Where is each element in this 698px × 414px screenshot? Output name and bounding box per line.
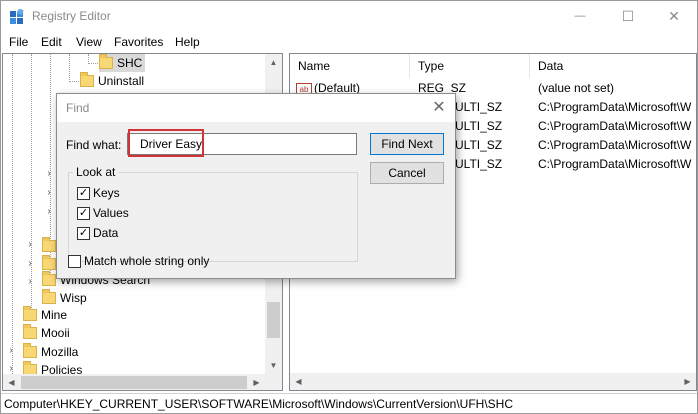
column-header-type[interactable]: Type xyxy=(410,54,530,78)
expand-chevron-icon[interactable]: › xyxy=(25,258,35,270)
value-type: ULTI_SZ xyxy=(455,119,503,133)
expand-chevron-icon[interactable]: › xyxy=(44,187,54,199)
find-dialog-title-bar[interactable]: Find ✕ xyxy=(57,94,455,122)
tree-item-label: Uninstall xyxy=(98,74,145,88)
tree-item-shc[interactable]: SHC xyxy=(99,54,146,72)
find-dialog-body: Find what: Driver Easy Find Next Cancel … xyxy=(57,122,455,278)
window-title: Registry Editor xyxy=(32,9,111,23)
tree-item-mine[interactable]: Mine xyxy=(23,306,67,324)
folder-icon xyxy=(23,306,37,321)
minimize-button[interactable]: — xyxy=(557,1,603,31)
tree-item-label: Mozilla xyxy=(41,345,79,359)
value-data: C:\ProgramData\Microsoft\W xyxy=(538,119,692,133)
title-bar: Registry Editor — ☐ ✕ xyxy=(1,1,697,32)
value-data: C:\ProgramData\Microsoft\W xyxy=(538,100,692,114)
menu-file[interactable]: File xyxy=(9,35,28,49)
folder-icon xyxy=(42,271,56,286)
column-header-name[interactable]: Name xyxy=(290,54,410,78)
registry-editor-window: Registry Editor — ☐ ✕ File Edit View Fav… xyxy=(0,0,698,414)
menu-edit[interactable]: Edit xyxy=(41,35,62,49)
tree-line xyxy=(31,54,32,314)
expand-chevron-icon[interactable]: › xyxy=(25,239,35,251)
tree-item-mozilla[interactable]: Mozilla xyxy=(23,343,78,361)
tree-item-label: SHC xyxy=(117,56,143,70)
folder-icon xyxy=(99,54,113,69)
close-button[interactable]: ✕ xyxy=(651,1,697,31)
values-checkbox[interactable]: ✓ Values xyxy=(77,205,129,221)
checkbox-checked-icon: ✓ xyxy=(77,186,90,200)
value-data: (value not set) xyxy=(538,81,615,95)
tree-line xyxy=(12,54,13,390)
look-at-group: Look at ✓ Keys ✓ Values ✓ Data xyxy=(68,165,358,262)
expand-chevron-icon[interactable]: › xyxy=(6,345,16,357)
tree-item-label: Mine xyxy=(41,308,68,322)
scrollbar-thumb[interactable] xyxy=(267,302,280,338)
menu-favorites[interactable]: Favorites xyxy=(114,35,163,49)
value-type: ULTI_SZ xyxy=(455,157,503,171)
find-next-button[interactable]: Find Next xyxy=(370,133,444,155)
folder-icon xyxy=(23,324,37,339)
tree-horizontal-scrollbar[interactable]: ◀ ▶ xyxy=(3,374,282,390)
cancel-button[interactable]: Cancel xyxy=(370,162,444,184)
match-whole-string-checkbox[interactable]: Match whole string only xyxy=(68,253,209,269)
data-label: Data xyxy=(93,226,119,240)
find-dialog-close-button[interactable]: ✕ xyxy=(429,98,449,118)
scroll-right-arrow-icon[interactable]: ▶ xyxy=(679,373,696,390)
menu-view[interactable]: View xyxy=(76,35,102,49)
scroll-left-arrow-icon[interactable]: ◀ xyxy=(3,374,20,390)
value-type: ULTI_SZ xyxy=(455,100,503,114)
value-type: ULTI_SZ xyxy=(455,138,503,152)
minimize-icon: — xyxy=(574,10,586,22)
expand-chevron-icon[interactable]: › xyxy=(44,206,54,218)
keys-checkbox[interactable]: ✓ Keys xyxy=(77,185,120,201)
find-dialog-title: Find xyxy=(66,101,90,115)
data-checkbox[interactable]: ✓ Data xyxy=(77,225,118,241)
folder-icon xyxy=(42,289,56,304)
match-whole-string-label: Match whole string only xyxy=(84,254,210,268)
list-horizontal-scrollbar[interactable]: ◀ ▶ xyxy=(290,373,696,390)
status-bar-path: Computer\HKEY_CURRENT_USER\SOFTWARE\Micr… xyxy=(1,393,697,413)
close-icon: ✕ xyxy=(432,99,446,116)
folder-icon xyxy=(42,237,56,252)
checkbox-checked-icon: ✓ xyxy=(77,206,90,220)
annotation-highlight-box xyxy=(128,129,204,157)
tree-item-label: Wisp xyxy=(60,291,87,305)
folder-icon xyxy=(23,343,37,358)
scroll-down-arrow-icon[interactable]: ▼ xyxy=(265,357,282,374)
folder-icon xyxy=(42,255,56,270)
scroll-left-arrow-icon[interactable]: ◀ xyxy=(290,373,307,390)
column-header-data[interactable]: Data xyxy=(530,54,696,78)
close-icon: ✕ xyxy=(668,7,680,24)
value-data: C:\ProgramData\Microsoft\W xyxy=(538,138,692,152)
expand-chevron-icon[interactable]: › xyxy=(25,276,35,288)
find-dialog: Find ✕ Find what: Driver Easy Find Next … xyxy=(56,93,456,279)
look-at-label: Look at xyxy=(73,165,119,179)
checkbox-unchecked-icon xyxy=(68,254,81,268)
scrollbar-thumb[interactable] xyxy=(21,376,247,389)
keys-label: Keys xyxy=(93,186,120,200)
find-what-label: Find what: xyxy=(66,138,122,152)
tree-item-label: Mooii xyxy=(41,326,70,340)
menu-help[interactable]: Help xyxy=(175,35,200,49)
checkbox-checked-icon: ✓ xyxy=(77,226,90,240)
tree-item-wisp[interactable]: Wisp xyxy=(42,289,87,307)
expand-chevron-icon[interactable]: › xyxy=(44,168,54,180)
menu-bar: File Edit View Favorites Help xyxy=(1,32,697,52)
maximize-button[interactable]: ☐ xyxy=(605,1,651,31)
scroll-up-arrow-icon[interactable]: ▲ xyxy=(265,54,282,71)
values-label: Values xyxy=(93,206,129,220)
scrollbar-track[interactable] xyxy=(308,375,678,388)
maximize-icon: ☐ xyxy=(621,7,635,24)
registry-editor-app-icon xyxy=(10,9,24,24)
tree-line xyxy=(69,54,70,82)
scroll-right-arrow-icon[interactable]: ▶ xyxy=(248,374,265,390)
value-data: C:\ProgramData\Microsoft\W xyxy=(538,157,692,171)
folder-icon xyxy=(80,72,94,87)
tree-item-mooii[interactable]: Mooii xyxy=(23,324,70,342)
tree-item-uninstall[interactable]: Uninstall xyxy=(80,72,144,90)
